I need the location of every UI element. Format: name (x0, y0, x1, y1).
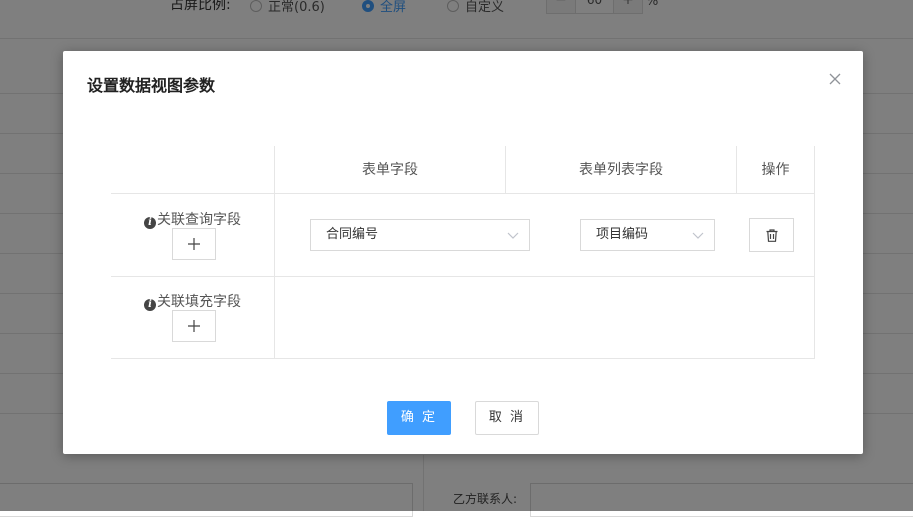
add-fill-field-button[interactable] (172, 310, 216, 342)
fill-field-label: 关联填充字段 (157, 294, 241, 310)
divider (111, 358, 815, 359)
close-button[interactable] (827, 71, 843, 87)
delete-mapping-button[interactable] (749, 218, 794, 252)
chevron-down-icon (507, 232, 519, 239)
row-label-query-field: i 关联查询字段 (111, 209, 274, 229)
form-list-field-select[interactable]: 项目编码 (580, 219, 715, 251)
field-mapping-table: 表单字段 表单列表字段 操作 i 关联查询字段 合同编号 项目编码 i 关联填充… (111, 146, 815, 359)
header-form-list-field: 表单列表字段 (579, 162, 663, 178)
plus-icon (188, 238, 200, 250)
info-icon[interactable]: i (144, 298, 156, 311)
data-view-settings-dialog: 设置数据视图参数 表单字段 表单列表字段 操作 i 关联查询字段 合同编号 项目… (63, 51, 863, 454)
form-field-select-value: 合同编号 (326, 227, 379, 242)
info-icon[interactable]: i (144, 216, 156, 229)
divider (111, 276, 815, 277)
chevron-down-icon (692, 232, 704, 239)
header-action: 操作 (761, 162, 790, 178)
divider (814, 146, 815, 359)
form-list-field-select-value: 项目编码 (596, 227, 649, 242)
trash-icon (766, 228, 777, 242)
cancel-button[interactable]: 取 消 (475, 401, 539, 435)
query-field-label: 关联查询字段 (157, 212, 241, 228)
close-icon (829, 73, 841, 85)
header-form-field: 表单字段 (362, 162, 418, 178)
row-label-fill-field: i 关联填充字段 (111, 291, 274, 311)
plus-icon (188, 320, 200, 332)
dialog-title: 设置数据视图参数 (87, 76, 216, 95)
add-query-field-button[interactable] (172, 228, 216, 260)
form-field-select[interactable]: 合同编号 (310, 219, 530, 251)
confirm-button[interactable]: 确 定 (387, 401, 451, 435)
